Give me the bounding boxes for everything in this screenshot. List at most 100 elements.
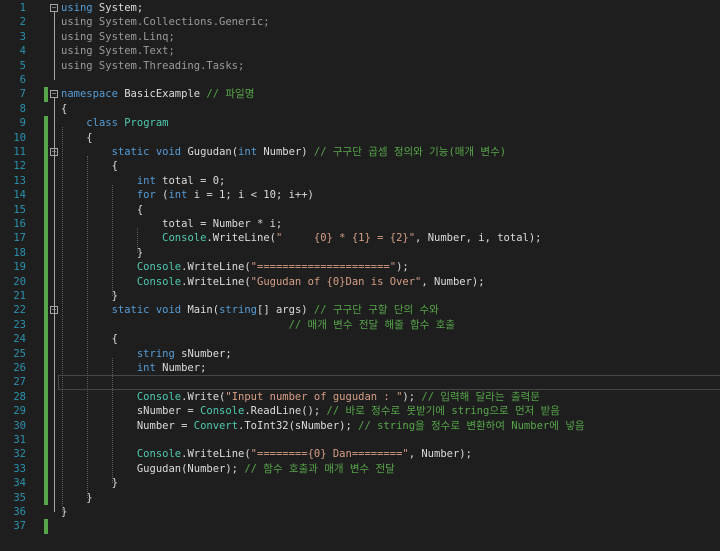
change-indicator — [44, 332, 48, 347]
code-line[interactable]: 4 using System.Text; — [0, 44, 720, 58]
code-line[interactable]: 11− static void Gugudan(int Number) // 구… — [0, 145, 720, 160]
code-token: Convert — [193, 419, 239, 432]
line-number: 33 — [13, 462, 26, 475]
code-line[interactable]: 26 int Number; — [0, 361, 720, 376]
code-line[interactable]: 25 string sNumber; — [0, 346, 720, 361]
code-token: " {0} * {1} = {2}" — [275, 232, 416, 245]
code-editor[interactable]: 1− using System; 2 using System.Collections… — [0, 0, 720, 551]
code-text: using System.Collections.Generic; — [61, 15, 270, 29]
code-line[interactable]: 37 — [0, 519, 720, 534]
fold-region-line — [54, 12, 55, 80]
code-line[interactable]: 17 Console.WriteLine(" {0} * {1} = {2}",… — [0, 231, 720, 246]
code-line[interactable]: 3 using System.Linq; — [0, 30, 720, 44]
code-line[interactable]: 27 — [0, 375, 720, 391]
code-line[interactable]: 10 { — [0, 130, 720, 145]
code-text: Console.WriteLine(" {0} * {1} = {2}", Nu… — [61, 231, 541, 245]
code-text: int Number; — [61, 361, 207, 375]
code-line[interactable]: 18 } — [0, 245, 720, 261]
code-token: static — [111, 304, 150, 317]
change-indicator — [44, 289, 48, 304]
code-line[interactable]: 21 } — [0, 289, 720, 304]
code-token: ( — [155, 189, 169, 202]
collapse-icon[interactable]: − — [50, 90, 58, 99]
code-line[interactable]: 19 Console.WriteLine("==================… — [0, 260, 720, 275]
code-line[interactable]: 16 total = Number * i; — [0, 217, 720, 232]
code-line[interactable]: 23 // 매개 변수 전달 해줄 함수 호출 — [0, 317, 720, 333]
code-token: "Gugudan of {0}Dan is Over" — [250, 275, 422, 288]
change-indicator — [44, 317, 48, 333]
code-token: // 입력해 달라는 출력문 — [421, 390, 540, 403]
code-token: using — [61, 16, 93, 29]
code-text: // 매개 변수 전달 해줄 함수 호출 — [61, 318, 456, 332]
indent-guide — [61, 127, 63, 512]
code-line[interactable]: 35 } — [0, 490, 720, 505]
code-text: } — [61, 491, 92, 505]
change-indicator — [44, 231, 48, 246]
line-number: 12 — [13, 160, 26, 173]
code-line[interactable]: 6 — [0, 73, 720, 87]
code-line[interactable]: 12 { — [0, 159, 720, 174]
code-line[interactable]: 20 Console.WriteLine("Gugudan of {0}Dan … — [0, 274, 720, 289]
code-token: Gugudan(Number); — [61, 462, 245, 475]
code-text: { — [61, 159, 118, 173]
code-line[interactable]: 8{ — [0, 102, 720, 116]
code-line[interactable]: 32 Console.WriteLine("========{0} Dan===… — [0, 447, 720, 462]
code-token: void — [155, 304, 182, 317]
code-line[interactable]: 15 { — [0, 202, 720, 217]
code-token: } — [61, 477, 118, 490]
code-token: .Write( — [181, 390, 226, 403]
change-indicator — [44, 145, 48, 160]
code-token: { — [61, 203, 144, 216]
code-line[interactable]: 33 Gugudan(Number); // 함수 호출과 매개 변수 전달 — [0, 461, 720, 477]
code-line[interactable]: 2 using System.Collections.Generic; — [0, 15, 720, 29]
code-line[interactable]: 9 class Program — [0, 116, 720, 131]
line-number: 36 — [13, 506, 26, 518]
line-number: 19 — [13, 261, 26, 274]
current-line-highlight — [58, 375, 720, 391]
code-token: ); — [402, 390, 422, 403]
code-text: { — [61, 203, 143, 217]
code-line[interactable]: 30 Number = Convert.ToInt32(sNumber); //… — [0, 418, 720, 433]
code-token: ); — [396, 261, 409, 274]
line-number: 22 — [13, 304, 26, 317]
code-token: int — [136, 174, 156, 187]
code-line[interactable]: 31 — [0, 433, 720, 448]
line-number: 27 — [13, 376, 26, 389]
code-text: { — [61, 131, 92, 145]
code-line[interactable]: 29 sNumber = Console.ReadLine(); // 바로 정… — [0, 404, 720, 419]
code-line[interactable]: 24 { — [0, 332, 720, 347]
line-number: 14 — [13, 189, 26, 202]
code-token: // 함수 호출과 매개 변수 전달 — [244, 462, 395, 475]
code-text: Number = Convert.ToInt32(sNumber); // st… — [61, 419, 585, 433]
collapse-icon[interactable]: − — [50, 4, 58, 12]
change-indicator — [44, 375, 48, 390]
code-text: Console.WriteLine("========{0} Dan======… — [61, 447, 472, 461]
fold-region-line — [54, 314, 55, 484]
code-line[interactable]: 36} — [0, 505, 720, 519]
code-token: } — [61, 246, 144, 259]
code-line[interactable]: 5 using System.Threading.Tasks; — [0, 59, 720, 73]
code-line[interactable]: 22− static void Main(string[] args) // 구… — [0, 303, 720, 318]
line-number: 13 — [13, 174, 26, 187]
code-token: Console — [136, 275, 182, 288]
change-indicator — [44, 87, 48, 102]
line-number: 29 — [13, 405, 26, 418]
code-token: string — [219, 304, 258, 317]
line-number: 16 — [13, 218, 26, 230]
code-line[interactable]: 14 for (int i = 1; i < 10; i++) — [0, 188, 720, 203]
code-line[interactable]: 34 } — [0, 476, 720, 491]
line-number: 35 — [13, 491, 26, 504]
code-token: .WriteLine( — [181, 448, 251, 461]
line-number: 11 — [13, 146, 26, 158]
code-line[interactable]: 7 − namespace BasicExample // 파일명 — [0, 87, 720, 102]
code-token: { — [61, 102, 68, 115]
code-token: Program — [124, 117, 169, 130]
code-line[interactable]: 1 − using System; — [0, 1, 720, 15]
code-line[interactable]: 13 int total = 0; — [0, 173, 720, 189]
line-number: 24 — [13, 333, 26, 346]
code-line[interactable]: 28 Console.Write("Input number of guguda… — [0, 389, 720, 405]
